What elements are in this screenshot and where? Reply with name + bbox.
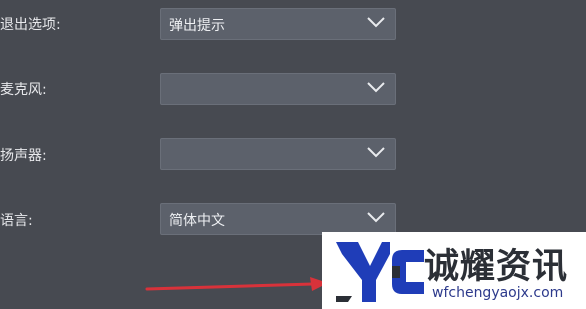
watermark-url: wfchengyaojx.com: [432, 285, 564, 301]
watermark-logo: 诚耀资讯 wfchengyaojx.com: [322, 232, 586, 309]
red-arrow-icon: [145, 277, 328, 291]
language-label: 语言:: [0, 213, 33, 229]
exit-option-value: 弹出提示: [169, 18, 225, 34]
chevron-down-icon: [367, 147, 385, 158]
microphone-select[interactable]: [160, 73, 396, 105]
speaker-label: 扬声器:: [0, 148, 47, 164]
exit-option-select[interactable]: 弹出提示: [160, 8, 396, 40]
exit-option-label: 退出选项:: [0, 17, 61, 33]
chevron-down-icon: [367, 82, 385, 93]
watermark-title: 诚耀资讯: [424, 247, 569, 287]
yc-logo-icon: [336, 242, 424, 302]
microphone-label: 麦克风:: [0, 82, 47, 98]
chevron-down-icon: [367, 212, 385, 223]
chevron-down-icon: [367, 17, 385, 28]
speaker-select[interactable]: [160, 138, 396, 170]
language-value: 简体中文: [169, 213, 225, 229]
language-select[interactable]: 简体中文: [160, 203, 396, 235]
